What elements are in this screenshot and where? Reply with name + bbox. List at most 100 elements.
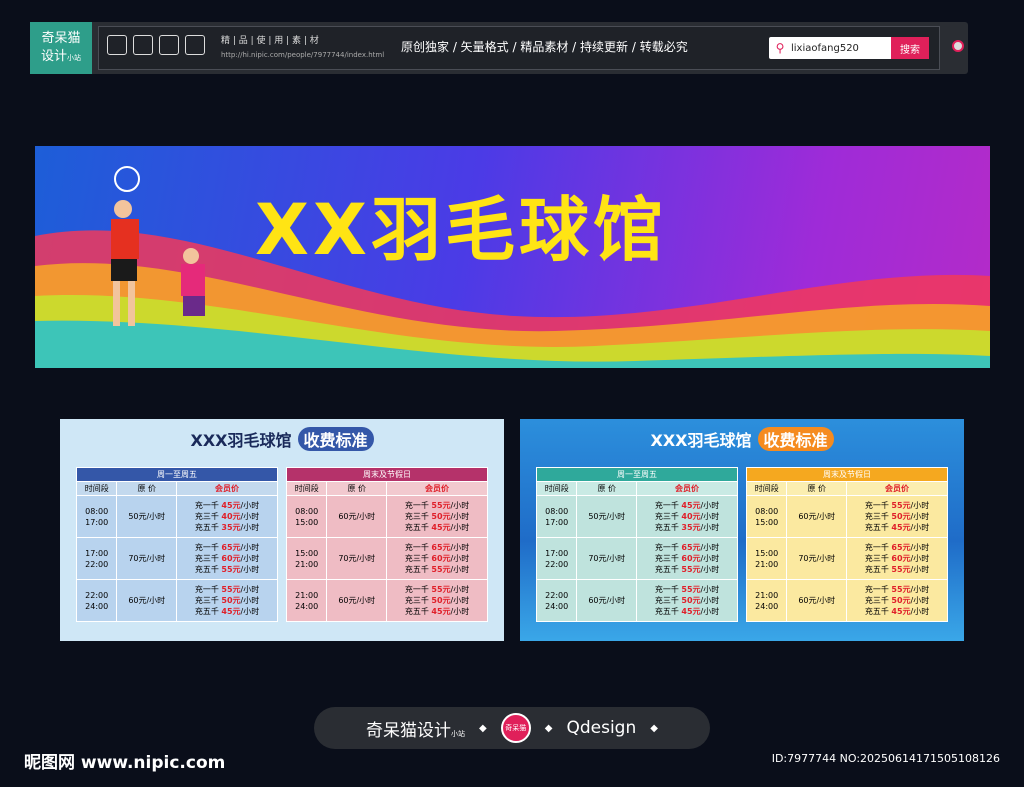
time-cell: 15:00 21:00 [285, 537, 328, 580]
banner-title: XX羽毛球馆 [255, 189, 667, 271]
site-logo[interactable]: 奇呆猫 设计小站 [30, 22, 92, 74]
brand-footer-pill: 奇呆猫设计小站 ◆ 奇呆猫 ◆ Qdesign ◆ [314, 707, 710, 749]
table-header: 周末及节假日 [746, 467, 948, 482]
member-cell: 充一千 55元/小时 充三千 50元/小时 充五千 45元/小时 [846, 495, 948, 538]
weekend-table: 周末及节假日 时间段 原 价 会员价 08:00 15:00 60元/小时 充一… [745, 467, 948, 622]
toolbar-url[interactable]: http://hi.nipic.com/people/7977744/index… [221, 51, 384, 59]
col-member: 会员价 [636, 481, 738, 496]
table-row: 15:00 21:00 70元/小时 充一千 65元/小时 充三千 60元/小时充… [285, 537, 488, 580]
table-row: 08:00 15:00 60元/小时 充一千 55元/小时 充三千 50元/小时充… [745, 495, 948, 538]
col-time: 时间段 [745, 481, 788, 496]
image-id-text: ID:7977744 NO:20250614171505108126 [771, 752, 1000, 765]
time-cell: 22:00 24:00 [75, 579, 118, 622]
col-price: 原 价 [326, 481, 388, 496]
tool-strip: 精 | 品 | 使 | 用 | 素 | 材 http://hi.nipic.co… [98, 26, 940, 70]
price-cell: 60元/小时 [786, 579, 848, 622]
time-cell: 17:00 22:00 [75, 537, 118, 580]
member-cell: 充一千 55元/小时 充三千 50元/小时 充五千 45元/小时 [846, 579, 948, 622]
col-time: 时间段 [285, 481, 328, 496]
col-member: 会员价 [386, 481, 488, 496]
panel-title-main: XXX羽毛球馆 [190, 431, 292, 450]
gift-icon[interactable] [107, 35, 127, 55]
col-price: 原 价 [786, 481, 848, 496]
footer-brand: 奇呆猫设计小站 [366, 720, 466, 741]
table-row: 22:00 24:00 60元/小时 充一千 55元/小时 充三千 50元/小时充… [535, 579, 738, 622]
search-button[interactable]: 搜索 [891, 37, 929, 59]
time-cell: 08:00 17:00 [75, 495, 118, 538]
member-cell: 充一千 55元/小时 充三千 50元/小时 充五千 45元/小时 [386, 579, 488, 622]
brand-emblem: 奇呆猫 [500, 713, 531, 743]
price-cell: 60元/小时 [786, 495, 848, 538]
table-row: 17:00 22:00 70元/小时 充一千 65元/小时 充三千 60元/小时充… [535, 537, 738, 580]
col-price: 原 价 [116, 481, 178, 496]
col-member: 会员价 [846, 481, 948, 496]
price-cell: 60元/小时 [326, 579, 388, 622]
col-time: 时间段 [75, 481, 118, 496]
table-header: 周末及节假日 [286, 467, 488, 482]
panel-title: XXX羽毛球馆 收费标准 [520, 427, 964, 451]
time-cell: 22:00 24:00 [535, 579, 578, 622]
member-cell: 充一千 45元/小时 充三千 40元/小时 充五千 35元/小时 [636, 495, 738, 538]
search-box[interactable]: ⚲ lixiaofang520 搜索 [769, 37, 929, 59]
search-icon: ⚲ [775, 41, 785, 55]
search-input[interactable]: lixiaofang520 [791, 43, 891, 54]
diamond-icon: ◆ [544, 722, 553, 734]
time-cell: 08:00 15:00 [285, 495, 328, 538]
price-cell: 60元/小时 [116, 579, 178, 622]
price-cell: 70元/小时 [786, 537, 848, 580]
panel-title-pill: 收费标准 [757, 427, 834, 451]
member-cell: 充一千 55元/小时 充三千 50元/小时 充五千 45元/小时 [176, 579, 278, 622]
time-cell: 15:00 21:00 [745, 537, 788, 580]
price-panel-right: XXX羽毛球馆 收费标准 周一至周五 时间段 原 价 会员价 08:00 17:0… [520, 419, 964, 641]
table-row: 15:00 21:00 70元/小时 充一千 65元/小时 充三千 60元/小时充… [745, 537, 948, 580]
table-row: 08:00 17:00 50元/小时 充一千 45元/小时 充三千 40元/小时充… [535, 495, 738, 538]
price-cell: 50元/小时 [576, 495, 638, 538]
table-row: 08:00 15:00 60元/小时 充一千 55元/小时 充三千 50元/小时充… [285, 495, 488, 538]
weekday-table: 周一至周五 时间段 原 价 会员价 08:00 17:00 50元/小时 充一千… [535, 467, 738, 622]
price-cell: 70元/小时 [576, 537, 638, 580]
nipic-watermark: 昵图网 www.nipic.com [24, 753, 226, 773]
logo-line2: 设计小站 [40, 48, 81, 64]
col-price: 原 价 [576, 481, 638, 496]
diamond-icon: ◆ [650, 722, 658, 734]
badminton-players-illustration [111, 166, 205, 326]
col-time: 时间段 [535, 481, 578, 496]
tool-icons [107, 35, 205, 55]
weekday-table: 周一至周五 时间段 原 价 会员价 08:00 17:00 50元/小时 充一千… [75, 467, 278, 622]
price-panel-left: XXX羽毛球馆 收费标准 周一至周五 时间段 原 价 会员价 08:00 17:0… [60, 419, 504, 641]
price-cell: 70元/小时 [326, 537, 388, 580]
diamond-icon: ◆ [479, 722, 487, 734]
time-cell: 08:00 17:00 [535, 495, 578, 538]
col-member: 会员价 [176, 481, 278, 496]
table-row: 21:00 24:00 60元/小时 充一千 55元/小时 充三千 50元/小时充… [285, 579, 488, 622]
table-row: 21:00 24:00 60元/小时 充一千 55元/小时 充三千 50元/小时充… [745, 579, 948, 622]
footer-qdesign: Qdesign [566, 718, 637, 738]
member-cell: 充一千 65元/小时 充三千 60元/小时 充五千 55元/小时 [846, 537, 948, 580]
flask-icon[interactable] [159, 35, 179, 55]
banner: XX羽毛球馆 [35, 146, 990, 368]
panel-title-main: XXX羽毛球馆 [650, 431, 752, 450]
slogan: 原创独家 / 矢量格式 / 精品素材 / 持续更新 / 转载必究 [401, 40, 688, 54]
price-cell: 70元/小时 [116, 537, 178, 580]
camera-icon[interactable] [133, 35, 153, 55]
panel-title-pill: 收费标准 [297, 427, 374, 451]
toolbar-info: 精 | 品 | 使 | 用 | 素 | 材 [221, 36, 319, 46]
price-cell: 60元/小时 [576, 579, 638, 622]
table-row: 08:00 17:00 50元/小时 充一千 45元/小时 充三千 40元/小时充… [75, 495, 278, 538]
member-cell: 充一千 55元/小时 充三千 50元/小时 充五千 45元/小时 [386, 495, 488, 538]
member-cell: 充一千 55元/小时 充三千 50元/小时 充五千 45元/小时 [636, 579, 738, 622]
price-cell: 60元/小时 [326, 495, 388, 538]
member-cell: 充一千 65元/小时 充三千 60元/小时 充五千 55元/小时 [176, 537, 278, 580]
member-cell: 充一千 65元/小时 充三千 60元/小时 充五千 55元/小时 [636, 537, 738, 580]
panel-title: XXX羽毛球馆 收费标准 [60, 427, 504, 451]
time-cell: 21:00 24:00 [285, 579, 328, 622]
time-cell: 08:00 15:00 [745, 495, 788, 538]
logo-line1: 奇呆猫 [41, 30, 81, 46]
table-row: 22:00 24:00 60元/小时 充一千 55元/小时 充三千 50元/小时充… [75, 579, 278, 622]
weekend-table: 周末及节假日 时间段 原 价 会员价 08:00 15:00 60元/小时 充一… [285, 467, 488, 622]
table-header: 周一至周五 [76, 467, 278, 482]
bag-icon[interactable] [185, 35, 205, 55]
table-header: 周一至周五 [536, 467, 738, 482]
time-cell: 17:00 22:00 [535, 537, 578, 580]
time-cell: 21:00 24:00 [745, 579, 788, 622]
